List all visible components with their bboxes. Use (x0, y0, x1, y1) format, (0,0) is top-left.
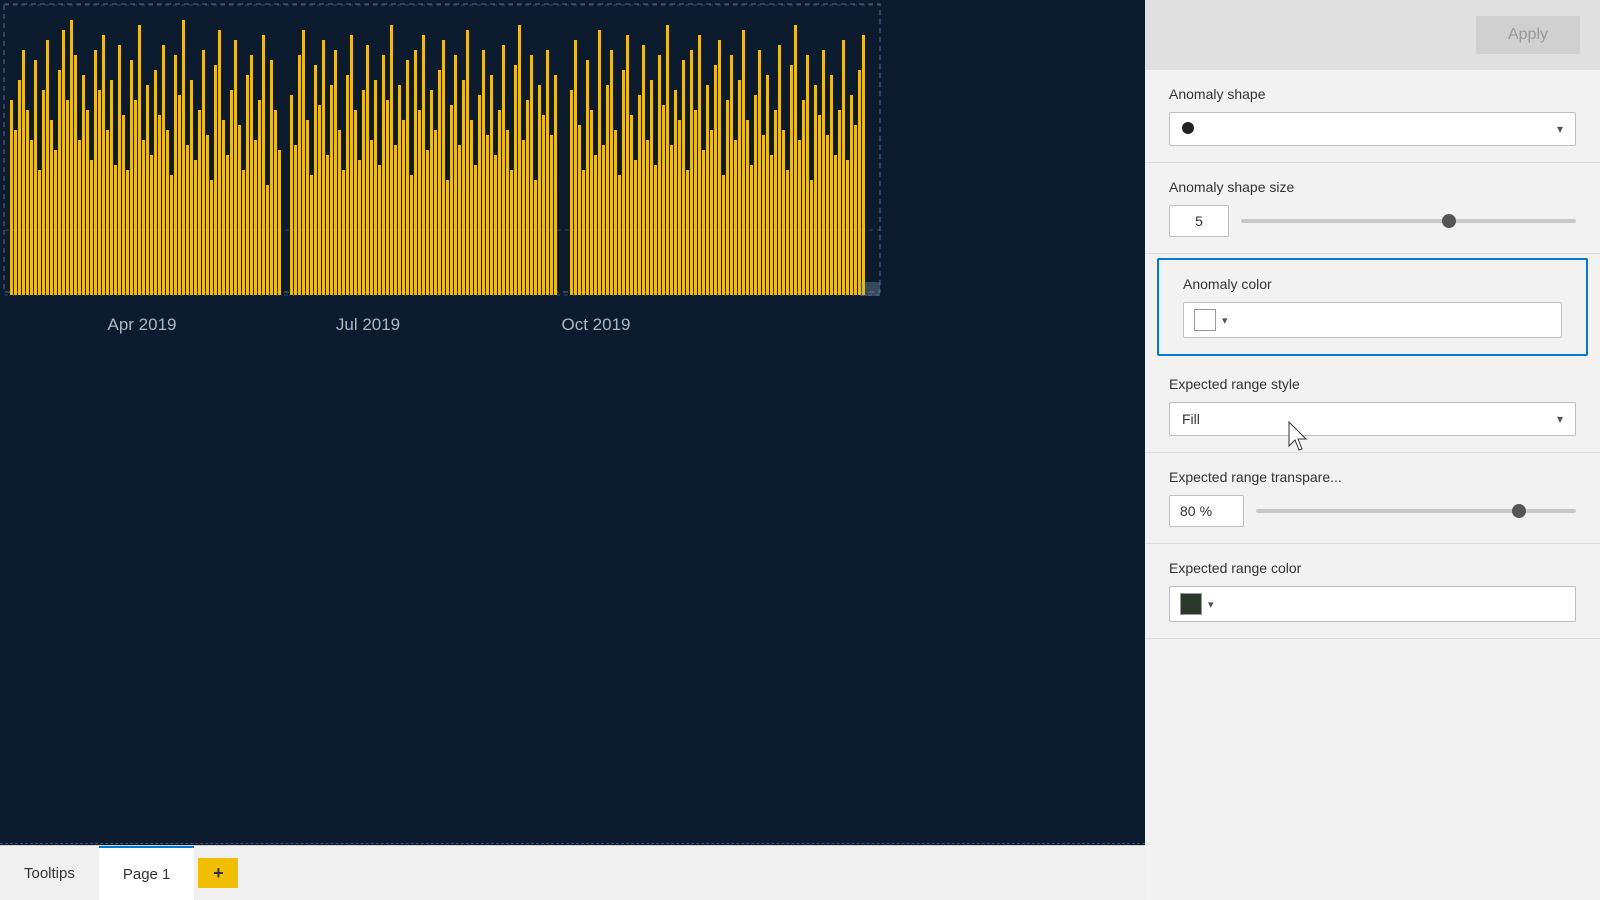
expected-range-style-dropdown[interactable]: Fill ▾ (1169, 402, 1576, 436)
anomaly-shape-size-track[interactable] (1241, 219, 1576, 223)
transparency-unit: % (1200, 503, 1212, 519)
tab-page1[interactable]: Page 1 (99, 846, 195, 900)
anomaly-color-button[interactable]: ▾ (1183, 302, 1562, 338)
anomaly-shape-size-row: 5 (1169, 205, 1576, 237)
expected-range-transparency-section: Expected range transpare... 80 % (1145, 453, 1600, 544)
apply-button[interactable]: Apply (1476, 16, 1580, 54)
x-label-apr: Apr 2019 (108, 315, 177, 334)
expected-range-transparency-track[interactable] (1256, 509, 1576, 513)
anomaly-shape-dot (1182, 121, 1200, 137)
expected-range-color-label: Expected range color (1169, 560, 1576, 576)
anomaly-shape-section: Anomaly shape ▾ (1145, 70, 1600, 163)
chart-canvas: Apr 2019 Jul 2019 Oct 2019 (0, 0, 1145, 900)
expected-range-transparency-thumb[interactable] (1512, 504, 1526, 518)
expected-range-color-arrow: ▾ (1208, 598, 1214, 611)
expected-range-color-section: Expected range color ▾ (1145, 544, 1600, 639)
anomaly-shape-size-thumb[interactable] (1442, 214, 1456, 228)
chart-area: Apr 2019 Jul 2019 Oct 2019 Tooltips Page… (0, 0, 1145, 900)
tab-tooltips[interactable]: Tooltips (0, 846, 99, 900)
anomaly-shape-label: Anomaly shape (1169, 86, 1576, 102)
x-label-jul: Jul 2019 (336, 315, 400, 334)
transparency-value: 80 (1180, 503, 1196, 519)
anomaly-color-section: Anomaly color ▾ (1157, 258, 1588, 356)
chart-svg: Apr 2019 Jul 2019 Oct 2019 (0, 0, 1145, 760)
anomaly-shape-size-input[interactable]: 5 (1169, 205, 1229, 237)
expected-range-style-value: Fill (1182, 411, 1200, 427)
anomaly-shape-size-section: Anomaly shape size 5 (1145, 163, 1600, 254)
dashed-bottom-line (0, 843, 1145, 844)
expected-range-style-label: Expected range style (1169, 376, 1576, 392)
expected-range-transparency-row: 80 % (1169, 495, 1576, 527)
expected-range-transparency-input[interactable]: 80 % (1169, 495, 1244, 527)
anomaly-color-swatch (1194, 309, 1216, 331)
anomaly-shape-size-label: Anomaly shape size (1169, 179, 1576, 195)
right-panel: Apply Anomaly shape ▾ Anomaly shape size… (1145, 0, 1600, 900)
apply-area: Apply (1145, 0, 1600, 70)
anomaly-color-label: Anomaly color (1183, 276, 1562, 292)
expected-range-style-arrow: ▾ (1557, 412, 1563, 426)
bottom-tabs-bar: Tooltips Page 1 + (0, 845, 1145, 900)
anomaly-shape-dropdown[interactable]: ▾ (1169, 112, 1576, 146)
expected-range-style-section: Expected range style Fill ▾ (1145, 360, 1600, 453)
x-label-oct: Oct 2019 (562, 315, 631, 334)
anomaly-shape-arrow: ▾ (1557, 122, 1563, 136)
expected-range-color-button[interactable]: ▾ (1169, 586, 1576, 622)
expected-range-transparency-label: Expected range transpare... (1169, 469, 1576, 485)
tab-add-button[interactable]: + (198, 858, 238, 888)
expected-range-color-swatch (1180, 593, 1202, 615)
anomaly-color-arrow: ▾ (1222, 314, 1228, 327)
